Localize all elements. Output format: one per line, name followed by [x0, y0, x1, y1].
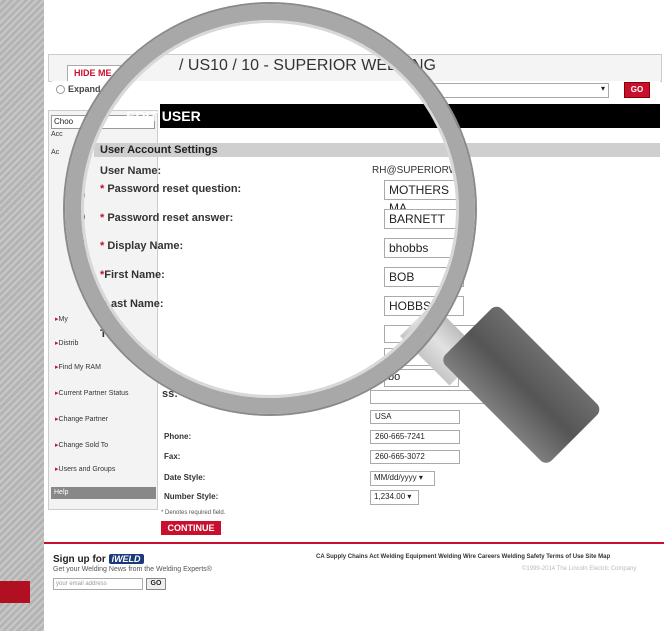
expand-row: Expand ▾ GO — [52, 81, 660, 99]
footer: Sign up for iWELD Get your Welding News … — [44, 542, 664, 633]
sidebar-link-distrib[interactable]: Distrib — [55, 339, 155, 347]
email-go-button[interactable]: GO — [146, 578, 166, 590]
plus-icon[interactable]: + — [73, 255, 85, 267]
expand-label: Expand — [68, 84, 101, 94]
sidebar-link-my[interactable]: My — [55, 315, 155, 323]
red-accent-bar — [0, 581, 30, 603]
copyright: ©1999-2014 The Lincoln Electric Company — [522, 566, 637, 572]
iweld-logo: iWELD — [108, 554, 144, 564]
country-input[interactable]: USA — [370, 410, 460, 424]
page-title: EDIT USER — [126, 108, 201, 124]
plus-icon[interactable]: + — [73, 211, 85, 223]
sidebar-link-partner-status[interactable]: Current Partner Status — [55, 389, 155, 397]
chevron-down-icon: ▾ — [407, 492, 412, 501]
user-name-value: RH@SUPERIORW — [372, 165, 459, 176]
sidebar-link-users-groups[interactable]: Users and Groups — [55, 465, 155, 473]
section-label: ADMINISTRATION — [564, 110, 659, 122]
number-style-label: Number Style: — [164, 492, 219, 501]
footer-tagline: Get your Welding News from the Welding E… — [53, 566, 212, 573]
date-style-select[interactable]: MM/dd/yyyy ▾ — [370, 471, 435, 486]
go-button[interactable]: GO — [624, 82, 650, 98]
number-style-select[interactable]: 1,234.00 ▾ — [370, 490, 419, 505]
pw-answer-label: * Password reset answer: — [100, 212, 234, 224]
sidebar-link-change-partner[interactable]: Change Partner — [55, 415, 155, 423]
required-note: * Denotes required field. — [161, 510, 226, 516]
display-name-input[interactable]: bhobbs — [384, 238, 464, 258]
email-input[interactable]: your email address — [53, 578, 143, 590]
sidebar-link-find-ram[interactable]: Find My RAM — [55, 363, 155, 371]
chevron-down-icon: ▾ — [600, 84, 605, 93]
settings-header-label: User Account Settings — [100, 144, 218, 156]
partner-select[interactable]: ▾ — [432, 83, 609, 98]
fax-input[interactable]: 260-665-3072 — [370, 450, 460, 464]
pw-answer-input[interactable]: BARNETT — [384, 209, 464, 229]
background-stripe — [0, 0, 44, 631]
address-label: ss: — [162, 388, 178, 400]
user-name-label: User Name: — [100, 165, 162, 177]
page: HIDE ME / US10 / 10 - SUPERIOR WELDING E… — [44, 48, 664, 633]
expand-radio[interactable] — [56, 85, 65, 94]
display-name-label: * Display Name: — [100, 240, 184, 252]
sidebar-menu-item[interactable]: Acc — [51, 131, 151, 138]
date-style-label: Date Style: — [164, 473, 206, 482]
title-label: Title: — [100, 328, 127, 340]
hide-menu-button[interactable]: HIDE ME — [67, 65, 125, 82]
sidebar-link-change-sold-to[interactable]: Change Sold To — [55, 441, 155, 449]
fax-label: Fax: — [164, 452, 181, 461]
plus-icon[interactable]: + — [73, 189, 85, 201]
signup-text: Sign up for iWELD — [53, 554, 144, 565]
continue-button[interactable]: CONTINUE — [161, 521, 221, 535]
first-name-input[interactable]: BOB — [384, 267, 464, 287]
last-name-label: *Last Name: — [100, 298, 164, 310]
breadcrumb: / US10 / 10 - SUPERIOR WELDING — [179, 57, 436, 74]
footer-links[interactable]: CA Supply Chains Act Welding Equipment W… — [316, 554, 610, 560]
phone-input[interactable]: 260-665-7241 — [370, 430, 460, 444]
sidebar-help[interactable]: Help — [51, 487, 156, 499]
help-label: Help — [54, 489, 69, 496]
top-bar: HIDE ME / US10 / 10 - SUPERIOR WELDING — [48, 54, 662, 82]
settings-header: User Account Settings — [94, 143, 660, 157]
chevron-down-icon: ▾ — [418, 473, 423, 482]
pw-question-label: * Password reset question: — [100, 183, 242, 195]
plus-icon[interactable]: + — [73, 233, 85, 245]
phone-label: Phone: — [164, 432, 192, 441]
pw-question-input[interactable]: MOTHERS MA — [384, 180, 464, 215]
first-name-label: *First Name: — [100, 269, 165, 281]
